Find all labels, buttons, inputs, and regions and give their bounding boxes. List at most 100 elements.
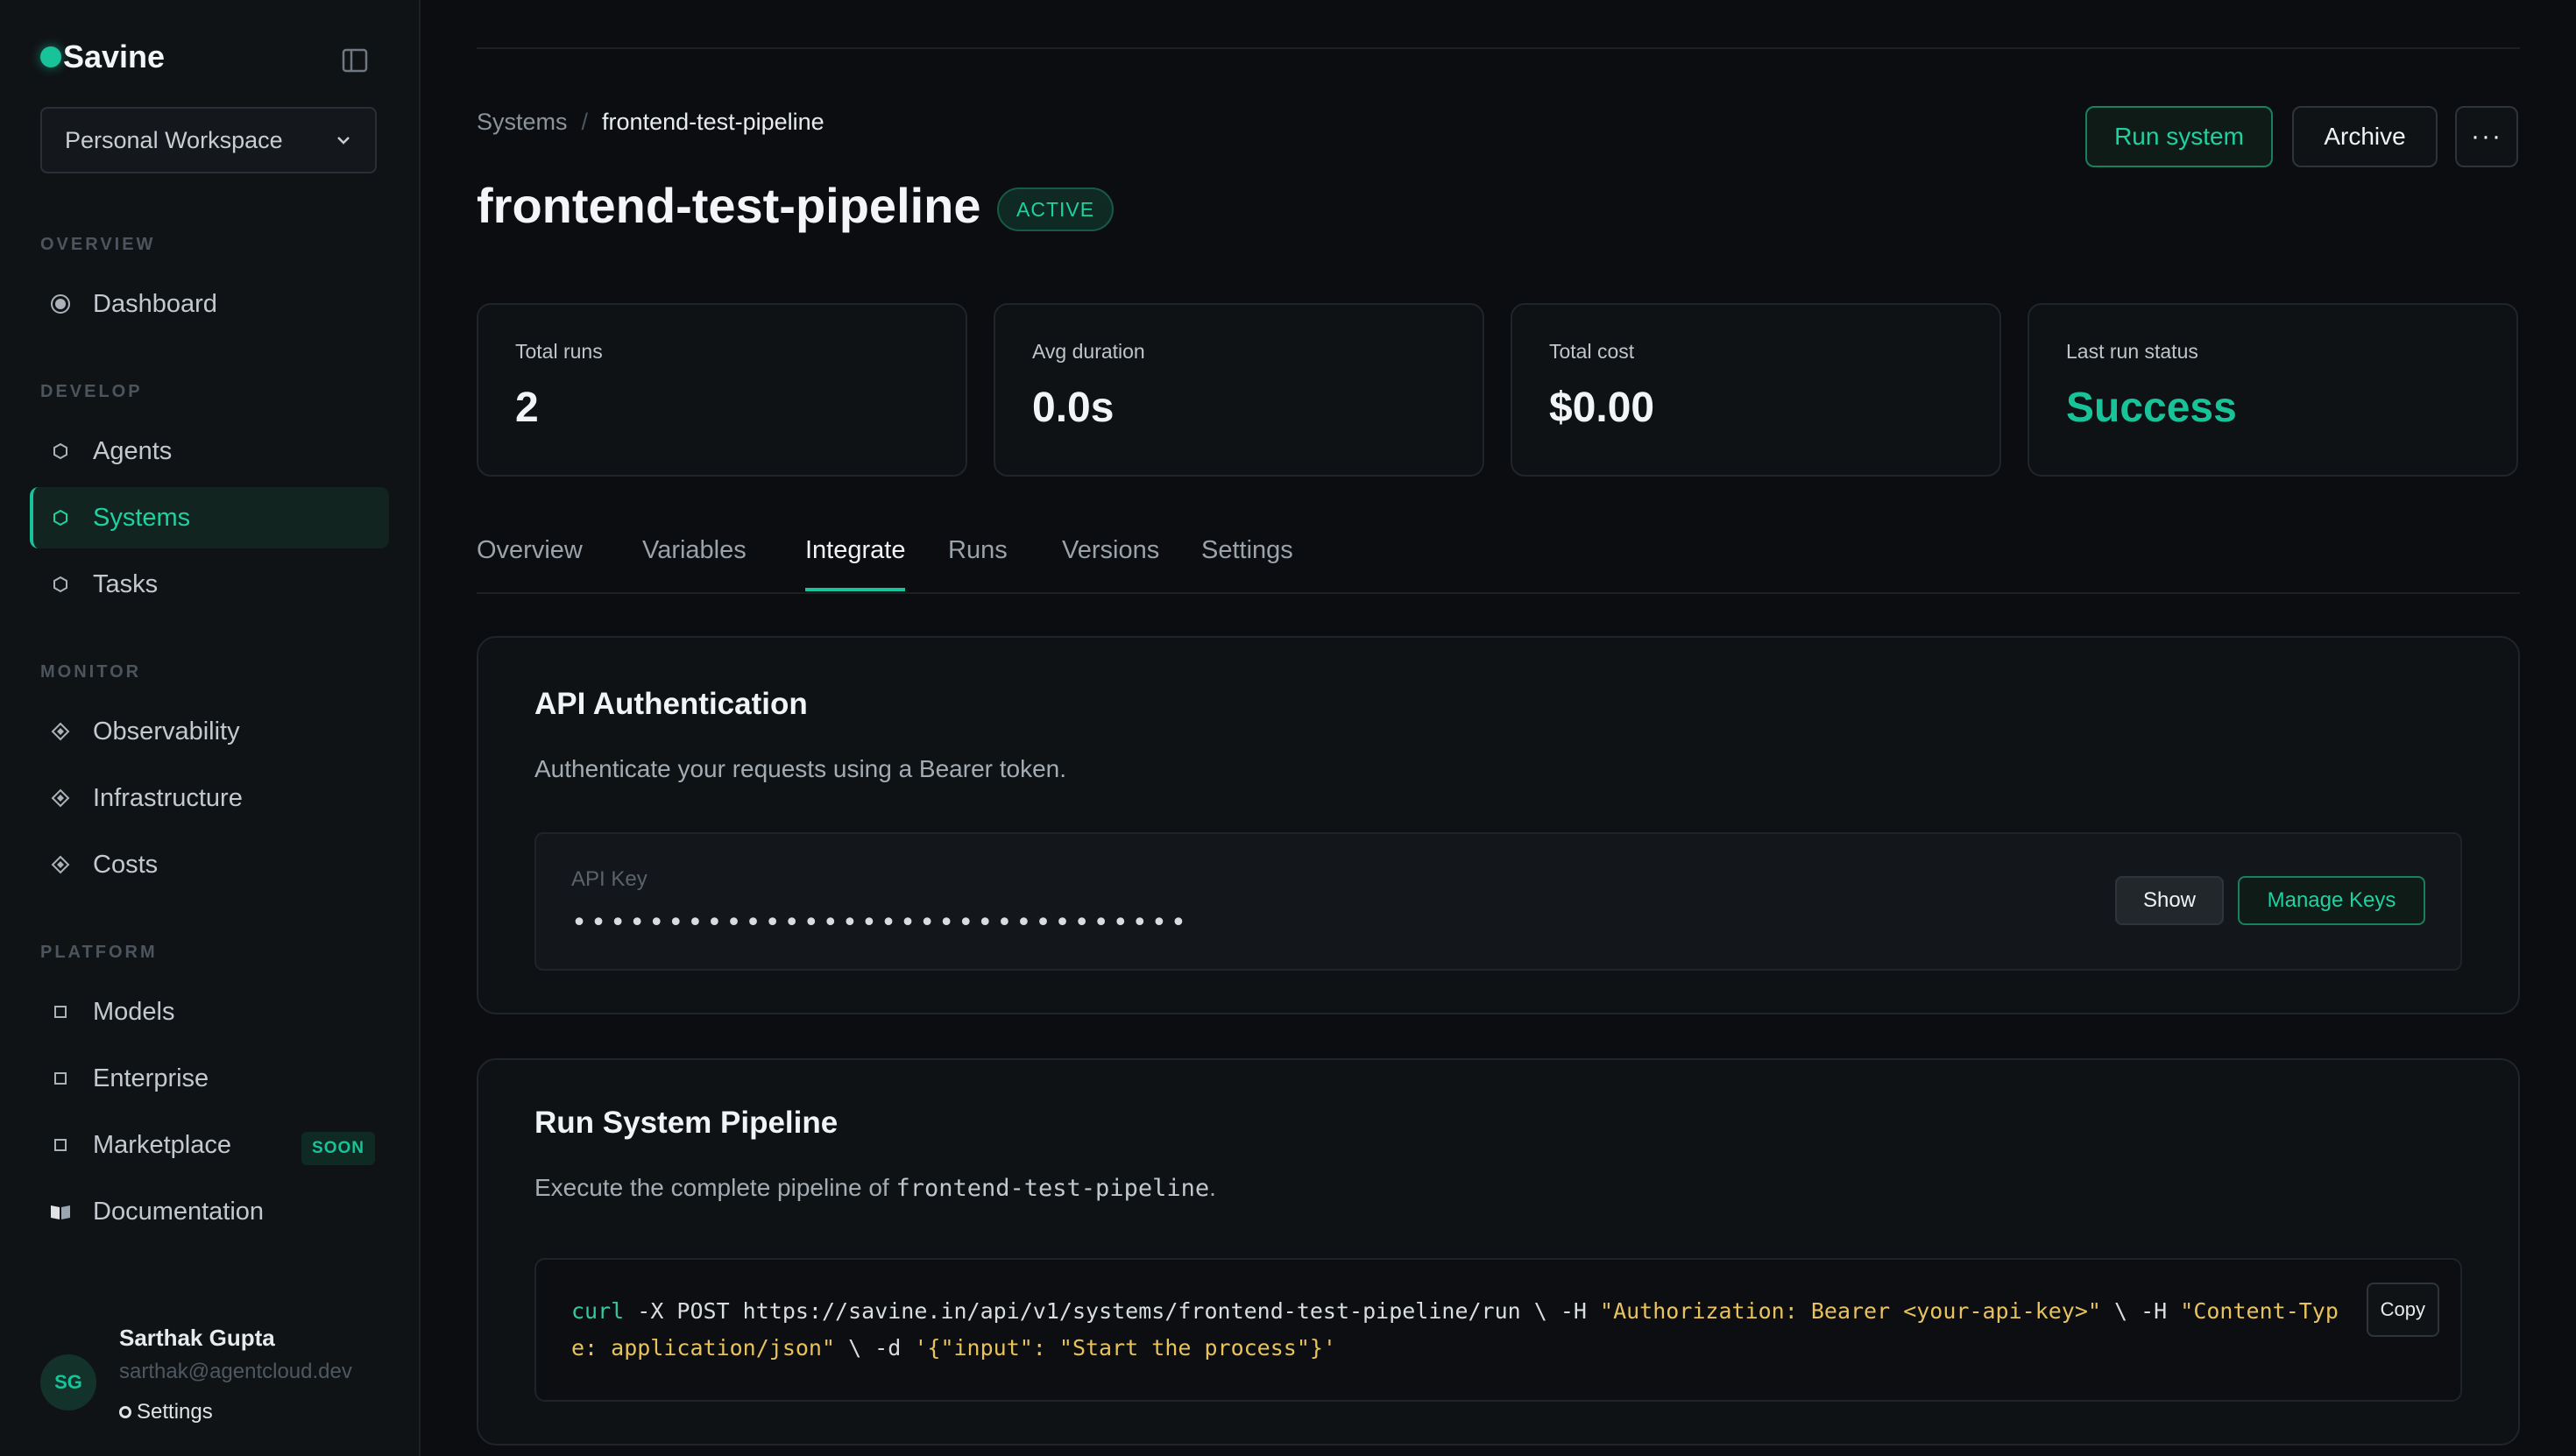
- card-title: API Authentication: [534, 687, 808, 721]
- api-key-field: API Key ••••••••••••••••••••••••••••••••…: [534, 832, 2462, 971]
- user-settings-label: Settings: [137, 1400, 213, 1424]
- nav-section-overview: OVERVIEW: [40, 235, 156, 254]
- sidebar-item-infrastructure[interactable]: Infrastructure: [30, 767, 389, 829]
- tab-overview[interactable]: Overview: [477, 536, 583, 588]
- workspace-select[interactable]: Personal Workspace: [40, 107, 377, 173]
- code-snippet: curl -X POST https://savine.in/api/v1/sy…: [534, 1258, 2462, 1402]
- sidebar: Savine Personal Workspace OVERVIEW Dashb…: [0, 0, 421, 1456]
- avatar[interactable]: SG: [40, 1354, 96, 1410]
- breadcrumb-separator: /: [581, 109, 589, 135]
- sidebar-item-systems[interactable]: Systems: [30, 487, 389, 548]
- stat-card-last-run-status: Last run status Success: [2028, 303, 2518, 477]
- description-prefix: Execute the complete pipeline of: [534, 1174, 896, 1201]
- tab-runs[interactable]: Runs: [948, 536, 1008, 588]
- sidebar-item-label: Systems: [93, 503, 191, 532]
- book-icon: [49, 1200, 72, 1223]
- dashboard-icon: [49, 293, 72, 315]
- square-icon: [49, 1000, 72, 1023]
- user-email: sarthak@agentcloud.dev: [119, 1360, 352, 1383]
- manage-keys-button[interactable]: Manage Keys: [2238, 876, 2425, 925]
- description-suffix: .: [1209, 1174, 1216, 1201]
- diamond-icon: [49, 720, 72, 743]
- card-title: Run System Pipeline: [534, 1106, 839, 1140]
- show-key-button[interactable]: Show: [2115, 876, 2224, 925]
- square-icon: [49, 1134, 72, 1156]
- copy-button[interactable]: Copy: [2366, 1283, 2439, 1337]
- tab-variables[interactable]: Variables: [642, 536, 747, 588]
- code-command: curl: [571, 1298, 625, 1324]
- stat-label: Avg duration: [1032, 340, 1145, 363]
- stat-value: 2: [515, 385, 539, 431]
- sidebar-item-label: Observability: [93, 717, 240, 746]
- code-string: "Authorization: Bearer <your-api-key>": [1600, 1298, 2101, 1324]
- hexagon-icon: [49, 440, 72, 463]
- card-description: Authenticate your requests using a Beare…: [534, 755, 1067, 782]
- tab-integrate[interactable]: Integrate: [805, 536, 906, 591]
- archive-button[interactable]: Archive: [2292, 106, 2438, 167]
- main-content: Systems / frontend-test-pipeline fronten…: [421, 0, 2576, 1456]
- run-system-button[interactable]: Run system: [2085, 106, 2273, 167]
- diamond-icon: [49, 853, 72, 876]
- sidebar-item-label: Documentation: [93, 1197, 265, 1226]
- ellipsis-icon: ···: [2471, 122, 2502, 151]
- stat-label: Total cost: [1549, 340, 1635, 363]
- nav-section-platform: PLATFORM: [40, 943, 158, 962]
- chevron-down-icon: [337, 137, 350, 145]
- api-authentication-card: API Authentication Authenticate your req…: [477, 636, 2520, 1014]
- sidebar-toggle-icon[interactable]: [342, 47, 368, 74]
- hexagon-icon: [49, 506, 72, 529]
- user-settings-link[interactable]: Settings: [119, 1400, 213, 1424]
- code-part: \ -d: [835, 1335, 915, 1361]
- api-key-label: API Key: [571, 867, 648, 891]
- breadcrumb-systems-link[interactable]: Systems: [477, 109, 568, 136]
- stat-card-total-runs: Total runs 2: [477, 303, 967, 477]
- sidebar-item-enterprise[interactable]: Enterprise: [30, 1048, 389, 1109]
- stat-card-total-cost: Total cost $0.00: [1511, 303, 2001, 477]
- workspace-label: Personal Workspace: [65, 126, 283, 153]
- square-icon: [49, 1067, 72, 1090]
- sidebar-item-label: Models: [93, 997, 175, 1026]
- top-divider: [477, 47, 2520, 49]
- brand[interactable]: Savine: [40, 39, 165, 75]
- sidebar-item-marketplace[interactable]: Marketplace SOON: [30, 1114, 389, 1176]
- sidebar-item-agents[interactable]: Agents: [30, 421, 389, 482]
- code-part: -X POST https://savine.in/api/v1/systems…: [624, 1298, 1601, 1324]
- nav-section-develop: DEVELOP: [40, 382, 143, 401]
- sidebar-item-label: Dashboard: [93, 289, 217, 318]
- page-title: frontend-test-pipeline: [477, 178, 981, 233]
- user-name: Sarthak Gupta: [119, 1325, 275, 1351]
- description-code: frontend-test-pipeline: [895, 1175, 1210, 1202]
- stat-value: Success: [2066, 385, 2237, 431]
- stat-label: Last run status: [2066, 340, 2198, 363]
- stat-value: $0.00: [1549, 385, 1655, 431]
- hexagon-icon: [49, 573, 72, 596]
- brand-logo-icon: [40, 46, 61, 67]
- gear-icon: [119, 1406, 131, 1418]
- tab-settings[interactable]: Settings: [1201, 536, 1293, 588]
- app-root: Savine Personal Workspace OVERVIEW Dashb…: [0, 0, 2576, 1456]
- sidebar-item-label: Infrastructure: [93, 783, 243, 812]
- sidebar-item-observability[interactable]: Observability: [30, 701, 389, 762]
- api-key-value: ••••••••••••••••••••••••••••••••: [571, 908, 1190, 938]
- card-description: Execute the complete pipeline of fronten…: [534, 1174, 1216, 1202]
- breadcrumb: Systems / frontend-test-pipeline: [477, 109, 824, 136]
- status-badge: ACTIVE: [997, 187, 1115, 231]
- more-options-button[interactable]: ···: [2455, 106, 2518, 167]
- soon-badge: SOON: [301, 1132, 375, 1165]
- stat-value: 0.0s: [1032, 385, 1115, 431]
- sidebar-item-label: Tasks: [93, 569, 159, 598]
- nav-section-monitor: MONITOR: [40, 662, 142, 682]
- stat-card-avg-duration: Avg duration 0.0s: [994, 303, 1484, 477]
- tab-versions[interactable]: Versions: [1062, 536, 1159, 588]
- sidebar-item-models[interactable]: Models: [30, 981, 389, 1043]
- sidebar-item-costs[interactable]: Costs: [30, 834, 389, 895]
- sidebar-item-dashboard[interactable]: Dashboard: [30, 273, 389, 335]
- run-pipeline-card: Run System Pipeline Execute the complete…: [477, 1058, 2520, 1445]
- code-string: '{"input": "Start the process"}': [914, 1335, 1336, 1361]
- stat-label: Total runs: [515, 340, 603, 363]
- sidebar-item-label: Agents: [93, 436, 173, 465]
- breadcrumb-current: frontend-test-pipeline: [602, 109, 824, 135]
- sidebar-item-documentation[interactable]: Documentation: [30, 1181, 389, 1242]
- tab-bar: Overview Variables Integrate Runs Versio…: [477, 527, 2520, 594]
- sidebar-item-tasks[interactable]: Tasks: [30, 554, 389, 615]
